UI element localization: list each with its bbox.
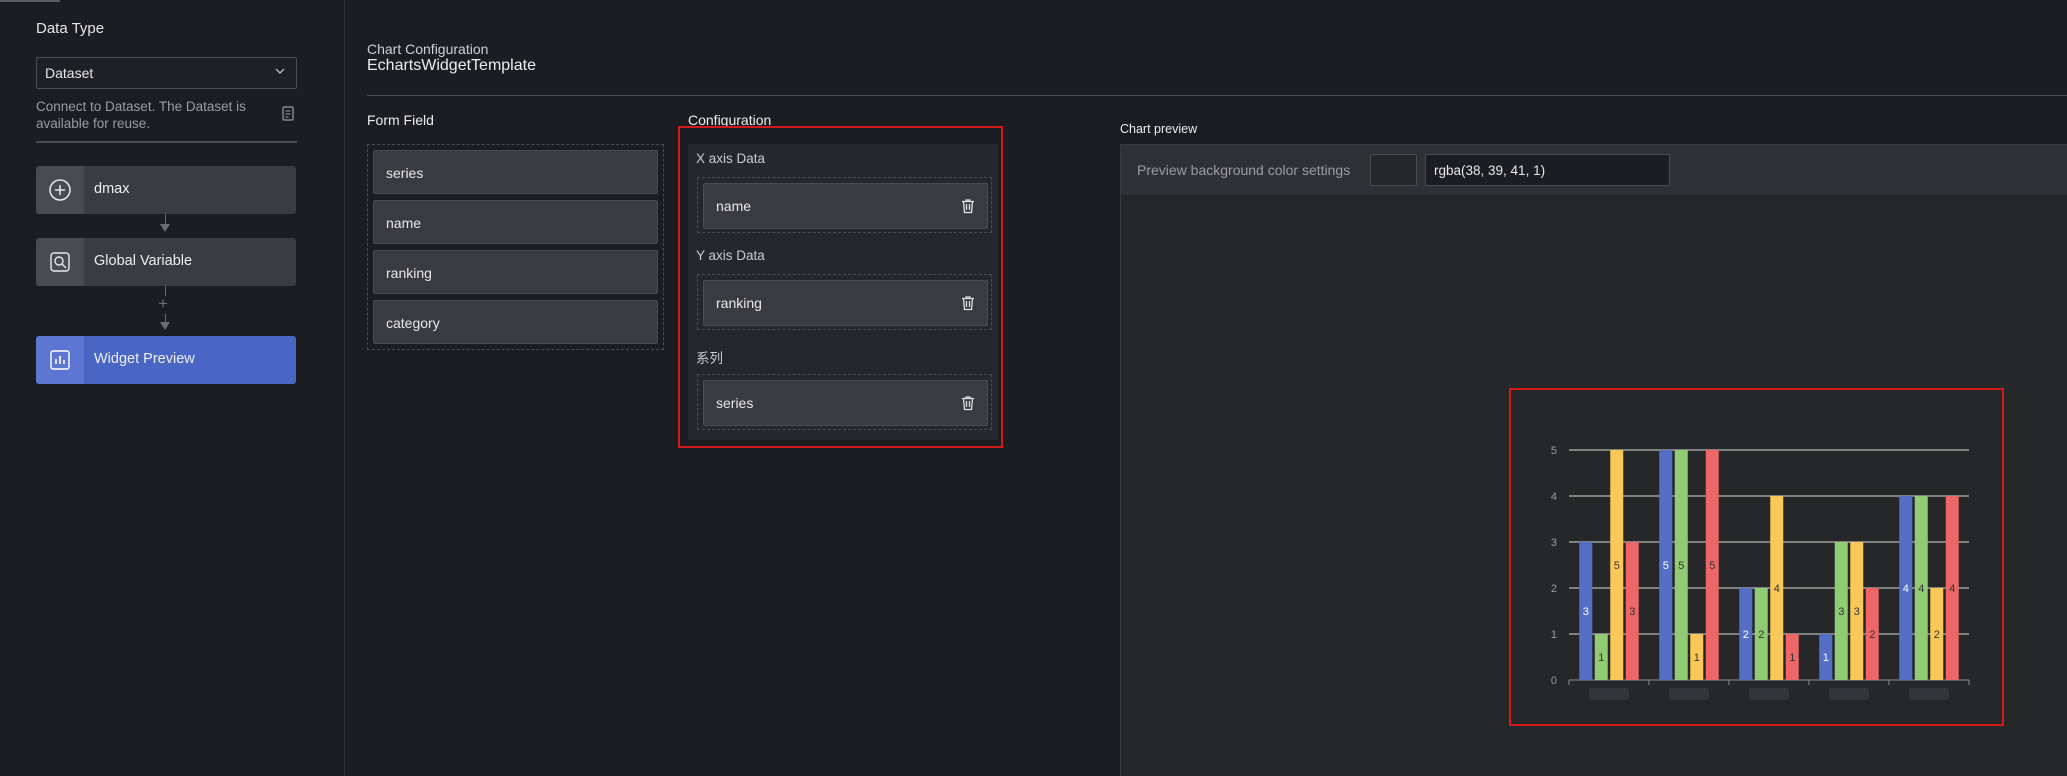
chart-icon	[36, 336, 84, 384]
node-global-variable[interactable]: Global Variable	[36, 238, 296, 286]
data-type-description: Connect to Dataset. The Dataset is avail…	[36, 99, 246, 131]
chart-highlight	[1509, 388, 2004, 726]
form-field-item-category[interactable]: category	[373, 300, 658, 344]
bg-color-label: Preview background color settings	[1137, 162, 1351, 178]
trash-icon[interactable]	[961, 395, 975, 411]
bg-color-input[interactable]: rgba(38, 39, 41, 1)	[1425, 154, 1670, 186]
page-title: EchartsWidgetTemplate	[367, 57, 536, 74]
field-label: ranking	[716, 295, 762, 311]
y-axis-drop-zone[interactable]: ranking	[697, 274, 992, 330]
chart-preview-label: Chart preview	[1120, 122, 1198, 136]
plus-circle-icon	[36, 166, 84, 214]
connector-line	[165, 214, 166, 224]
variable-icon	[36, 238, 84, 286]
series-field[interactable]: series	[703, 380, 988, 426]
node-label: Widget Preview	[94, 351, 195, 367]
header-divider	[367, 95, 2067, 96]
x-axis-field[interactable]: name	[703, 183, 988, 229]
series-label: 系列	[696, 351, 723, 366]
form-field-item-ranking[interactable]: ranking	[373, 250, 658, 294]
node-widget-preview[interactable]: Widget Preview	[36, 336, 296, 384]
top-indicator	[0, 0, 60, 2]
node-dmax[interactable]: dmax	[36, 166, 296, 214]
field-label: category	[386, 315, 440, 331]
form-field-item-name[interactable]: name	[373, 200, 658, 244]
data-type-label: Data Type	[36, 20, 105, 37]
chart-config-label: Chart Configuration	[367, 41, 489, 57]
y-axis-label: Y axis Data	[696, 248, 765, 263]
field-label: series	[716, 395, 754, 411]
x-axis-drop-zone[interactable]: name	[697, 177, 992, 233]
data-type-value: Dataset	[45, 65, 94, 81]
field-label: name	[716, 198, 752, 214]
field-label: series	[386, 165, 424, 181]
field-label: name	[386, 215, 422, 231]
add-node-button[interactable]: +	[158, 294, 168, 314]
form-field-item-series[interactable]: series	[373, 150, 658, 194]
trash-icon[interactable]	[961, 198, 975, 214]
series-drop-zone[interactable]: series	[697, 374, 992, 430]
bg-color-value: rgba(38, 39, 41, 1)	[1434, 163, 1546, 178]
connector-line	[165, 314, 166, 322]
field-label: ranking	[386, 265, 432, 281]
data-type-select[interactable]: Dataset	[36, 57, 297, 89]
connector-arrow	[160, 322, 170, 330]
divider	[36, 141, 297, 143]
chevron-down-icon	[274, 64, 286, 80]
x-axis-label: X axis Data	[696, 151, 766, 166]
color-swatch[interactable]	[1370, 154, 1417, 186]
y-axis-field[interactable]: ranking	[703, 280, 988, 326]
connector-arrow	[160, 224, 170, 232]
node-label: Global Variable	[94, 253, 193, 269]
document-icon[interactable]	[282, 106, 296, 122]
node-label: dmax	[94, 181, 130, 197]
form-field-label: Form Field	[367, 112, 434, 128]
trash-icon[interactable]	[961, 295, 975, 311]
